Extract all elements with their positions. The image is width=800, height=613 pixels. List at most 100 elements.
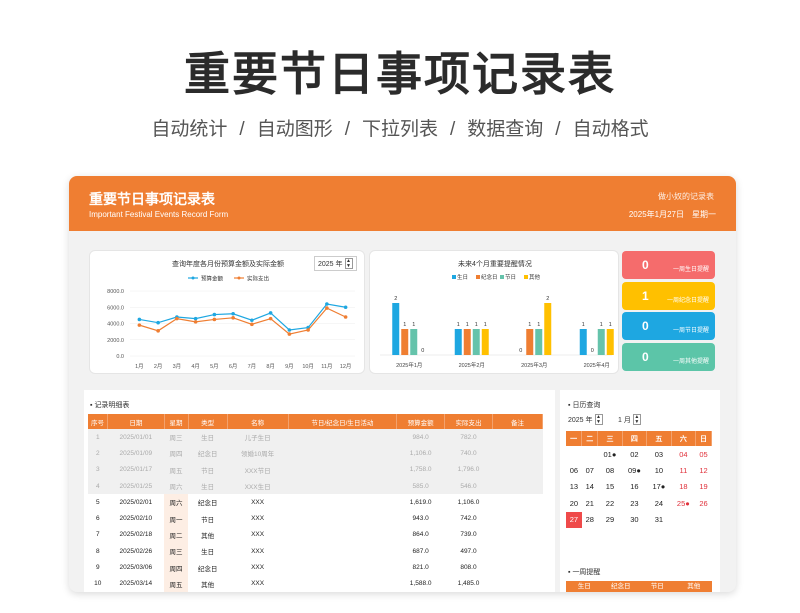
y-tick-label: 8000.0 bbox=[107, 289, 124, 295]
calendar-day[interactable]: 27 bbox=[566, 511, 582, 528]
table-row[interactable]: 10 2025/03/14 周五 其他 XXX 1,588.0 1,485.0 bbox=[88, 575, 543, 592]
calendar-section-title: ▪ 日历查询 bbox=[568, 402, 601, 409]
reminder-tile[interactable]: 1 一周纪念日提醒 bbox=[622, 281, 715, 310]
current-date: 2025年1月27日 星期一 bbox=[621, 209, 716, 220]
calendar-day[interactable]: 04 bbox=[671, 446, 695, 462]
calendar-day[interactable]: 20 bbox=[566, 495, 582, 511]
separator: / bbox=[344, 119, 350, 140]
data-point bbox=[212, 312, 217, 317]
calendar-day[interactable]: 23 bbox=[622, 495, 646, 511]
calendar-day-header: 一二三四五六日 bbox=[566, 431, 712, 446]
legend-label: 实际支出 bbox=[247, 275, 269, 283]
table-row[interactable]: 2 2025/01/09 周四 纪念日 领婚10周年 1,106.0 740.0 bbox=[88, 445, 543, 462]
table-cell bbox=[492, 478, 542, 494]
bar-value-label: 1 bbox=[609, 322, 612, 328]
calendar-day bbox=[696, 512, 712, 528]
table-cell bbox=[492, 543, 542, 559]
data-point bbox=[212, 317, 217, 322]
series-line bbox=[139, 307, 346, 335]
table-row[interactable]: 6 2025/02/10 周一 节日 XXX 943.0 742.0 bbox=[88, 510, 543, 527]
calendar-day[interactable]: 25● bbox=[671, 495, 695, 511]
calendar-day[interactable]: 22 bbox=[598, 495, 622, 511]
legend-swatch bbox=[452, 275, 456, 279]
calendar-day[interactable]: 07 bbox=[582, 462, 598, 478]
table-row[interactable]: 1 2025/01/01 周三 生日 儿子生日 984.0 782.0 bbox=[88, 429, 543, 446]
calendar-day[interactable]: 01● bbox=[598, 446, 622, 462]
calendar-day[interactable]: 13 bbox=[566, 479, 582, 495]
calendar-day[interactable]: 16 bbox=[622, 479, 646, 495]
bar bbox=[472, 329, 480, 355]
bar-value-label: 1 bbox=[600, 322, 603, 328]
table-cell: 周四 bbox=[169, 451, 183, 459]
table-cell: 生日 bbox=[201, 435, 215, 443]
calendar-day[interactable]: 28 bbox=[582, 512, 598, 528]
table-row[interactable]: 5 2025/02/01 周六 纪念日 XXX 1,619.0 1,106.0 bbox=[88, 494, 543, 511]
table-cell bbox=[288, 478, 397, 494]
table-cell: 9 bbox=[95, 564, 100, 572]
calendar-day[interactable]: 30 bbox=[622, 512, 646, 528]
bar-value-label: 1 bbox=[412, 322, 415, 328]
table-cell bbox=[288, 445, 397, 461]
table-cell: 2 bbox=[95, 449, 100, 457]
spin-arrows-icon[interactable]: ▲ ▼ bbox=[594, 414, 603, 425]
x-tick-label: 2025年2月 bbox=[459, 361, 485, 369]
calendar-day[interactable]: 19 bbox=[696, 479, 712, 495]
reminder-tile[interactable]: 0 一周其他提醒 bbox=[622, 342, 715, 371]
table-cell: 2025/03/06 bbox=[119, 564, 153, 572]
bar bbox=[463, 329, 471, 355]
legend-label: 其他 bbox=[529, 273, 541, 281]
calendar-day[interactable]: 12 bbox=[696, 462, 712, 478]
separator: / bbox=[555, 119, 561, 140]
calendar-day[interactable]: 11 bbox=[671, 462, 695, 478]
calendar-section: ▪ 日历查询 2025 年 ▲ ▼ 1 月 ▲ ▼ 一二三四五六日 01● 02 03 04 0… bbox=[560, 390, 720, 592]
calendar-day[interactable]: 05 bbox=[696, 446, 712, 462]
calendar-day[interactable]: 29 bbox=[598, 512, 622, 528]
calendar-day[interactable]: 02 bbox=[622, 446, 646, 462]
bar-value-label: 0 bbox=[519, 348, 522, 354]
data-point bbox=[287, 332, 292, 336]
table-cell: 2025/02/18 bbox=[119, 531, 153, 539]
table-cell: 4 bbox=[95, 482, 100, 490]
bar bbox=[481, 329, 489, 355]
table-row[interactable]: 9 2025/03/06 周四 纪念日 XXX 821.0 808.0 bbox=[88, 559, 543, 576]
table-cell bbox=[288, 494, 397, 510]
spin-arrows-icon[interactable]: ▲ ▼ bbox=[632, 414, 641, 425]
legend-marker bbox=[191, 276, 195, 280]
dashboard-header: 重要节日事项记录表 Important Festival Events Reco… bbox=[69, 176, 736, 231]
table-cell: 3 bbox=[95, 466, 100, 474]
week-reminder-label: 一周提醒 bbox=[572, 569, 601, 576]
calendar-day[interactable]: 03 bbox=[647, 446, 671, 462]
calendar-day[interactable]: 14 bbox=[582, 479, 598, 495]
calendar-day[interactable]: 24 bbox=[647, 495, 671, 511]
data-point bbox=[137, 317, 142, 322]
table-cell: 821.0 bbox=[412, 564, 429, 572]
calendar-day[interactable]: 21 bbox=[582, 495, 598, 511]
y-tick-label: 0.0 bbox=[116, 354, 124, 360]
table-cell: 1 bbox=[95, 433, 100, 441]
table-cell: 1,106.0 bbox=[409, 449, 432, 457]
data-point bbox=[343, 315, 348, 319]
table-cell: 2025/01/09 bbox=[119, 449, 153, 457]
calendar-day[interactable]: 06 bbox=[566, 462, 582, 478]
table-row[interactable]: 7 2025/02/18 周二 其他 XXX 864.0 739.0 bbox=[88, 526, 543, 544]
calendar-week: 20 21 22 23 24 25● 26 bbox=[566, 495, 712, 511]
table-row[interactable]: 4 2025/01/25 周六 生日 XXX生日 585.0 546.0 bbox=[88, 477, 543, 495]
reminder-tile[interactable]: 0 一周节日提醒 bbox=[622, 312, 715, 340]
line-chart-panel: 查询年度各月份预算金额及实际金额 2025 年 ▲ ▼ 预算金额 实际支出 0.0 200… bbox=[89, 250, 365, 374]
data-point bbox=[175, 316, 179, 321]
calendar-year-selector[interactable]: 2025 年 ▲ ▼ bbox=[568, 414, 603, 425]
calendar-day[interactable]: 26 bbox=[696, 495, 712, 511]
calendar-day[interactable]: 15 bbox=[598, 479, 622, 495]
calendar-day[interactable]: 17● bbox=[647, 479, 671, 495]
calendar-day[interactable]: 09● bbox=[622, 462, 646, 478]
calendar-day[interactable]: 08 bbox=[598, 462, 622, 478]
data-point bbox=[325, 302, 329, 306]
reminder-tile[interactable]: 0 一周生日提醒 bbox=[622, 251, 715, 279]
calendar-day[interactable]: 18 bbox=[671, 479, 695, 495]
calendar-year-value: 2025 年 bbox=[568, 416, 593, 424]
table-row[interactable]: 8 2025/02/26 周三 生日 XXX 687.0 497.0 bbox=[88, 543, 543, 560]
calendar-day[interactable]: 31 bbox=[647, 512, 671, 528]
calendar-month-selector[interactable]: 1 月 ▲ ▼ bbox=[618, 414, 641, 425]
table-row[interactable]: 3 2025/01/17 周五 节日 XXX节日 1,758.0 1,796.0 bbox=[88, 461, 543, 478]
calendar-day[interactable]: 10 bbox=[647, 462, 671, 478]
